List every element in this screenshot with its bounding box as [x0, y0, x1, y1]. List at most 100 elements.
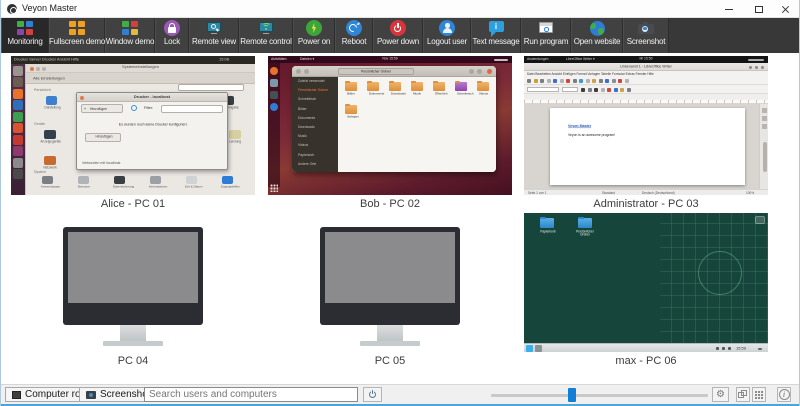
- remote-control-button[interactable]: Remote control: [239, 18, 293, 53]
- ubuntu-desktop: Persönlicher Ordner Zuletzt verwendet Pe…: [268, 63, 512, 195]
- power-filter-button[interactable]: [363, 387, 382, 402]
- maximize-icon: [755, 6, 763, 13]
- power-icon: [368, 390, 377, 399]
- dialog-add-button: + Hinzufügen: [81, 104, 123, 113]
- ubuntu-global-menubar: Drucker Server Drucker Ansicht Hilfe 15:…: [11, 56, 255, 64]
- desktop-icon-home: Persönlicher Ordner: [566, 218, 604, 228]
- writer-document-area: Veyon Master Veyon is an awesome program…: [524, 104, 759, 189]
- power-down-icon: [389, 20, 407, 36]
- settings-search-field: [178, 84, 244, 91]
- custom-arrangement-button[interactable]: [736, 387, 750, 402]
- reboot-button[interactable]: Reboot: [335, 18, 373, 53]
- logout-user-button[interactable]: Logout user: [423, 18, 471, 53]
- refresh-icon: [131, 105, 137, 111]
- computer-thumbnail-bob[interactable]: Aktivitäten Dateien ▾ Nov 15:59: [268, 56, 512, 195]
- run-program-icon: [537, 20, 555, 36]
- libreoffice-writer-window: Unbenannt 1 - LibreOffice Writer Datei B…: [524, 63, 768, 195]
- computer-cell-pc05: PC 05: [268, 213, 512, 373]
- align-grid-button[interactable]: [752, 387, 766, 402]
- remote-view-button[interactable]: Remote view: [189, 18, 239, 53]
- open-website-button[interactable]: Open website: [571, 18, 623, 53]
- menu-icon: [477, 69, 482, 74]
- toolbar: Monitoring Fullscreen demo Window demo L…: [1, 18, 799, 53]
- desktop-toolbox-icon: [755, 216, 765, 224]
- run-program-button[interactable]: Run program: [521, 18, 571, 53]
- reboot-icon: [345, 20, 363, 36]
- computer-cell-administrator: Anwendungen LibreOffice Writer ▾ Mi 15:5…: [524, 56, 768, 216]
- computer-thumbnail-alice[interactable]: Drucker Server Drucker Ansicht Hilfe 15:…: [11, 56, 255, 195]
- overlapping-windows-icon: [738, 390, 748, 399]
- clock: Mi 15:59: [595, 57, 697, 61]
- search-input[interactable]: [144, 387, 358, 402]
- computer-cell-pc04: PC 04: [11, 213, 255, 373]
- offline-computer-icon: [320, 227, 460, 347]
- remote-control-icon: [257, 20, 275, 36]
- computer-label: PC 05: [268, 355, 512, 367]
- remote-view-icon: [205, 20, 223, 36]
- writer-sidebar: [759, 104, 768, 189]
- fullscreen-demo-button[interactable]: Fullscreen demo: [49, 18, 105, 53]
- computer-label: PC 04: [11, 355, 255, 367]
- monitoring-button[interactable]: Monitoring: [1, 18, 49, 53]
- computer-thumbnail-pc04[interactable]: [11, 213, 255, 352]
- computer-label: max - PC 06: [524, 355, 768, 367]
- search-icon: [469, 69, 474, 74]
- kde-taskbar: 15:59: [524, 343, 768, 352]
- about-button[interactable]: i: [777, 387, 791, 402]
- computer-thumbnail-pc05[interactable]: [268, 213, 512, 352]
- thumbnail-size-slider-track[interactable]: [491, 394, 708, 397]
- statusbar: Computer rooms Screenshots ⚙ i: [1, 384, 799, 404]
- offline-computer-icon: [63, 227, 203, 347]
- app-launcher-icon: [526, 345, 533, 352]
- gnome-topbar: Anwendungen LibreOffice Writer ▾ Mi 15:5…: [524, 56, 768, 63]
- lock-icon: [163, 20, 181, 36]
- minimize-button[interactable]: [715, 0, 743, 18]
- tray-expander-icon: [758, 348, 762, 350]
- files-window: Persönlicher Ordner Zuletzt verwendet Pe…: [292, 66, 496, 172]
- thumbnail-size-slider-handle[interactable]: [568, 388, 576, 402]
- screenshot-button[interactable]: Screenshot: [623, 18, 669, 53]
- maximize-button[interactable]: [745, 0, 773, 18]
- system-settings-window: Systemeinstellungen Alle Einstellungen P…: [25, 64, 255, 195]
- text-message-button[interactable]: i Text message: [471, 18, 521, 53]
- back-icon: [296, 69, 301, 74]
- screenshot-icon: [637, 20, 655, 36]
- kde-desktop: Papierkorb Persönlicher Ordner: [524, 213, 768, 343]
- taskbar-icon: [535, 345, 542, 352]
- computer-thumbnail-administrator[interactable]: Anwendungen LibreOffice Writer ▾ Mi 15:5…: [524, 56, 768, 195]
- computer-label: Alice - PC 01: [11, 198, 255, 210]
- ubuntu-dock: [268, 63, 280, 187]
- clock: 15:08: [219, 57, 229, 62]
- window-demo-button[interactable]: Window demo: [105, 18, 155, 53]
- veyon-logo-icon: [7, 4, 17, 14]
- screenshots-icon: [86, 391, 96, 399]
- close-icon: [781, 5, 790, 14]
- clock: Nov 15:59: [339, 57, 441, 61]
- lock-button[interactable]: Lock: [155, 18, 189, 53]
- power-on-icon: [305, 20, 323, 36]
- power-on-button[interactable]: Power on: [293, 18, 335, 53]
- writer-toolbar-1: [524, 77, 768, 85]
- path-button: Persönlicher Ordner: [338, 68, 414, 75]
- writer-toolbar-2: [524, 86, 768, 94]
- open-website-icon: [588, 20, 606, 36]
- window-demo-icon: [121, 20, 139, 36]
- computer-cell-bob: Aktivitäten Dateien ▾ Nov 15:59: [268, 56, 512, 216]
- power-down-button[interactable]: Power down: [373, 18, 423, 53]
- close-button[interactable]: [771, 0, 799, 18]
- taskbar-clock: 15:59: [736, 346, 746, 351]
- fullscreen-demo-icon: [68, 20, 86, 36]
- text-message-icon: i: [487, 20, 505, 36]
- logout-user-icon: [438, 20, 456, 36]
- minimize-icon: [725, 9, 733, 10]
- monitoring-grid-icon: [16, 20, 34, 36]
- info-icon: i: [779, 389, 790, 400]
- computer-cell-alice: Drucker Server Drucker Ansicht Hilfe 15:…: [11, 56, 255, 216]
- scrollbar-thumb: [763, 142, 767, 172]
- unity-launcher: [11, 64, 25, 195]
- writer-statusbar: Seite 1 von 1 Standard Deutsch (Deutschl…: [524, 189, 768, 195]
- forward-icon: [304, 69, 309, 74]
- veyon-master-window: Veyon Master Monitoring Fullscreen demo: [0, 0, 800, 406]
- adjust-size-button[interactable]: ⚙: [712, 387, 729, 402]
- computer-thumbnail-max[interactable]: Papierkorb Persönlicher Ordner 15:59: [524, 213, 768, 352]
